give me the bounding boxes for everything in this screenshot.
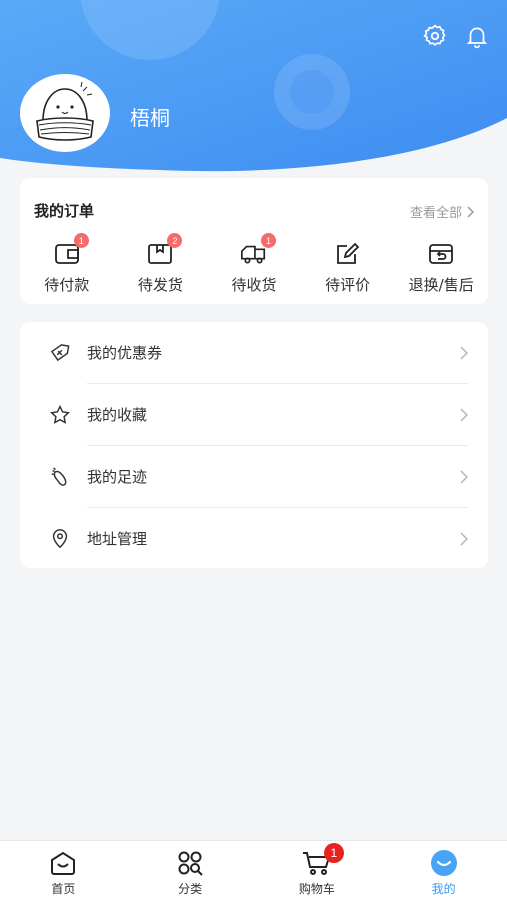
cart-badge: 1 — [323, 843, 344, 863]
profile-icon — [429, 849, 459, 877]
wallet-icon: 1 — [53, 233, 89, 268]
footprint-icon — [48, 465, 72, 489]
menu-label: 我的足迹 — [87, 468, 148, 486]
avatar[interactable] — [20, 74, 110, 152]
tab-label: 购物车 — [298, 882, 335, 896]
tab-label: 首页 — [51, 882, 76, 896]
order-badge: 1 — [73, 233, 89, 248]
star-icon — [48, 403, 72, 427]
chevron-right-icon — [456, 345, 470, 360]
order-item-pending-review[interactable]: 待评价 — [301, 240, 395, 295]
home-icon — [48, 849, 78, 877]
order-item-returns[interactable]: 退换/售后 — [394, 240, 488, 295]
username[interactable]: 梧桐 — [130, 102, 170, 131]
tab-profile[interactable]: 我的 — [380, 841, 507, 900]
location-icon — [48, 527, 72, 551]
tab-home[interactable]: 首页 — [0, 841, 127, 900]
menu-label: 我的收藏 — [87, 406, 148, 424]
order-label: 待评价 — [325, 276, 371, 294]
profile-header: 梧桐 — [0, 0, 507, 190]
view-all-label: 查看全部 — [409, 206, 462, 221]
order-badge: 2 — [167, 233, 183, 248]
order-label: 待收货 — [231, 276, 277, 294]
order-item-pending-receipt[interactable]: 1 待收货 — [207, 233, 301, 295]
settings-icon[interactable] — [421, 22, 449, 50]
menu-item-coupons[interactable]: 我的优惠券 — [20, 322, 488, 383]
tab-cart[interactable]: 1 购物车 — [254, 841, 381, 900]
category-icon — [175, 849, 205, 877]
truck-icon: 1 — [240, 233, 276, 268]
menu-label: 我的优惠券 — [87, 344, 163, 362]
chevron-right-icon — [456, 407, 470, 422]
orders-title: 我的订单 — [34, 202, 95, 220]
menu-label: 地址管理 — [87, 530, 148, 548]
tab-label: 我的 — [431, 882, 456, 896]
box-icon: 2 — [146, 233, 183, 268]
return-icon — [427, 240, 455, 268]
order-badge: 1 — [260, 233, 276, 248]
tab-category[interactable]: 分类 — [127, 841, 254, 900]
chevron-right-icon — [456, 531, 470, 546]
menu-item-address[interactable]: 地址管理 — [20, 508, 488, 569]
coupon-icon — [48, 341, 72, 365]
chevron-right-icon — [456, 469, 470, 484]
menu-item-footprints[interactable]: 我的足迹 — [20, 446, 488, 507]
menu-item-favorites[interactable]: 我的收藏 — [20, 384, 488, 445]
orders-card: 我的订单 查看全部 1 待付款 2 待发货 1 待收货 待评价 退换/售后 — [20, 178, 488, 304]
order-label: 退换/售后 — [408, 276, 474, 294]
bottom-tab-bar: 首页 分类 1 购物车 我的 — [0, 840, 507, 900]
menu-card: 我的优惠券 我的收藏 我的足迹 地址管理 — [20, 322, 488, 568]
view-all-orders-link[interactable]: 查看全部 — [410, 202, 474, 221]
order-label: 待付款 — [44, 276, 90, 294]
order-item-pending-payment[interactable]: 1 待付款 — [20, 233, 114, 295]
chevron-right-icon — [467, 205, 474, 218]
order-label: 待发货 — [137, 276, 183, 294]
order-item-pending-shipment[interactable]: 2 待发货 — [114, 233, 208, 295]
edit-icon — [334, 240, 362, 268]
cart-icon: 1 — [302, 843, 344, 877]
bell-icon[interactable] — [463, 22, 491, 50]
tab-label: 分类 — [178, 882, 203, 896]
